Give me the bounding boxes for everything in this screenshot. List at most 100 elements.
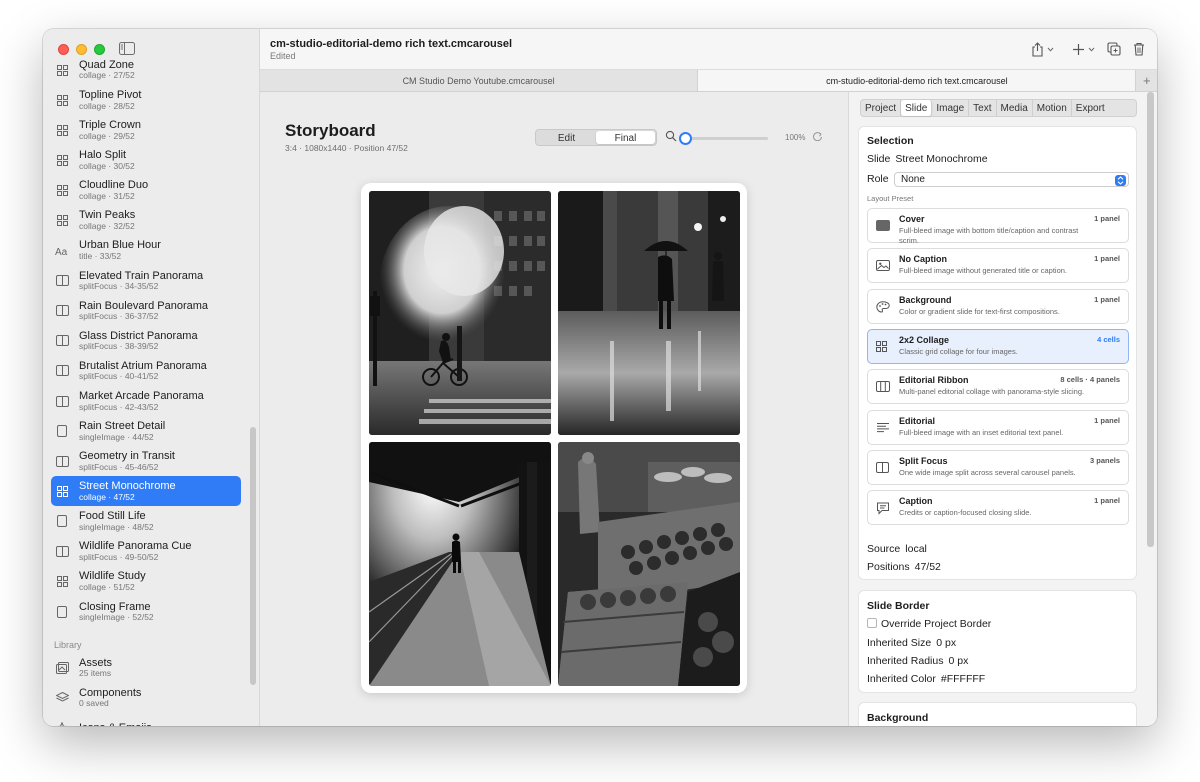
sidebar-item-subtitle: singleImage · 52/52: [79, 612, 154, 623]
inherited-radius-label: Inherited Radius: [867, 655, 944, 667]
sidebar-item-text: Elevated Train Panorama splitFocus · 34-3…: [79, 270, 203, 292]
tab-export[interactable]: Export: [1072, 100, 1109, 116]
sidebar-item-subtitle: 0 saved: [79, 698, 109, 709]
toolbar: cm-studio-editorial-demo rich text.cmcar…: [260, 29, 1157, 70]
sidebar-item-wildlife-study[interactable]: Wildlife Study collage · 51/52: [51, 567, 241, 597]
sidebar-item-twin-peaks[interactable]: Twin Peaks collage · 32/52: [51, 205, 241, 235]
tab-editorial-carousel[interactable]: cm-studio-editorial-demo rich text.cmcar…: [698, 70, 1137, 91]
grid-icon: [55, 575, 69, 589]
sidebar-item-rain-boulevard-panorama[interactable]: Rain Boulevard Panorama splitFocus · 36-3…: [51, 296, 241, 326]
sidebar-item-subtitle: splitFocus · 36-37/52: [79, 311, 159, 322]
preset-name: Background: [899, 294, 952, 305]
sidebar-item-geometry-in-transit[interactable]: Geometry in Transit splitFocus · 45-46/52: [51, 446, 241, 476]
sidebar-item-text: Food Still Life singleImage · 48/52: [79, 510, 154, 532]
collage-cell-steam-cyclist[interactable]: [369, 191, 551, 435]
preset-editorial-ribbon[interactable]: Editorial Ribbon Multi-panel editorial co…: [867, 369, 1129, 405]
inspector-scrollbar[interactable]: [1147, 92, 1154, 547]
document-status: Edited: [270, 51, 296, 61]
final-mode-button[interactable]: Final: [596, 131, 655, 144]
collage-cell-market[interactable]: [558, 442, 740, 686]
sidebar-item-subtitle: collage · 30/52: [79, 160, 135, 171]
background-panel: Background: [858, 702, 1137, 726]
sidebar-item-subtitle: collage · 51/52: [79, 582, 135, 593]
sidebar-item-topline-pivot[interactable]: Topline Pivot collage · 28/52: [51, 85, 241, 115]
sidebar-item-subtitle: collage · 29/52: [79, 130, 135, 141]
preset-editorial[interactable]: Editorial Full-bleed image with an inset …: [867, 409, 1129, 445]
sidebar-item-title: Street Monochrome: [79, 480, 176, 493]
tab-image[interactable]: Image: [932, 100, 970, 116]
slide-preview[interactable]: [361, 183, 747, 693]
sidebar-item-text: Cloudline Duo collage · 31/52: [79, 179, 148, 201]
sidebar-item-text: Urban Blue Hour title · 33/52: [79, 239, 161, 261]
role-select[interactable]: None: [894, 172, 1129, 187]
preset-count: 1 panel: [1094, 254, 1120, 264]
minimize-window-button[interactable]: [76, 44, 87, 55]
sidebar-item-text: Geometry in Transit splitFocus · 45-46/52: [79, 450, 175, 472]
reset-zoom-icon[interactable]: [812, 131, 823, 142]
sidebar-item-title: Topline Pivot: [79, 88, 142, 101]
sidebar-item-brutalist-atrium-panorama[interactable]: Brutalist Atrium Panorama splitFocus · 40…: [51, 356, 241, 386]
tab-project[interactable]: Project: [861, 100, 902, 116]
sidebar-item-quad-zone[interactable]: Quad Zone collage · 27/52: [51, 55, 241, 85]
sidebar-item-food-still-life[interactable]: Food Still Life singleImage · 48/52: [51, 506, 241, 536]
library-item-components[interactable]: Components 0 saved: [51, 683, 241, 713]
sidebar-scrollbar[interactable]: [250, 427, 256, 685]
duplicate-button[interactable]: [1107, 40, 1121, 58]
slide-list: Quad Zone collage · 27/52 Topline Pivot col…: [51, 55, 241, 726]
preset-background[interactable]: Background Color or gradient slide for te…: [867, 288, 1129, 324]
palette-icon: [876, 300, 890, 313]
override-border-row[interactable]: Override Project Border: [867, 618, 991, 630]
library-item-assets[interactable]: Assets 25 items: [51, 653, 241, 683]
sidebar-item-subtitle: singleImage · 44/52: [79, 431, 154, 442]
sidebar-item-urban-blue-hour[interactable]: Aa Urban Blue Hour title · 33/52: [51, 236, 241, 266]
edit-mode-button[interactable]: Edit: [537, 131, 596, 144]
sidebar-item-halo-split[interactable]: Halo Split collage · 30/52: [51, 145, 241, 175]
sidebar-item-title: Cloudline Duo: [79, 179, 149, 192]
split-icon: [55, 394, 69, 408]
preset-2x2-collage[interactable]: 2x2 Collage Classic grid collage for four…: [867, 328, 1129, 364]
preset-description: Classic grid collage for four images.: [899, 346, 1018, 356]
tab-slide[interactable]: Slide: [901, 100, 933, 116]
photo-rain-umbrella: [558, 191, 740, 435]
collage-cell-rain-umbrella[interactable]: [558, 191, 740, 435]
tab-motion[interactable]: Motion: [1033, 100, 1072, 116]
lines-icon: [876, 422, 890, 434]
preset-name: Split Focus: [899, 455, 948, 466]
sidebar-item-triple-crown[interactable]: Triple Crown collage · 29/52: [51, 115, 241, 145]
sidebar-item-closing-frame[interactable]: Closing Frame singleImage · 52/52: [51, 597, 241, 627]
sidebar-item-glass-district-panorama[interactable]: Glass District Panorama splitFocus · 38-3…: [51, 326, 241, 356]
preset-description: Multi-panel editorial collage with panor…: [899, 387, 1085, 397]
new-tab-button[interactable]: +: [1136, 70, 1157, 91]
preset-no-caption[interactable]: No Caption Full-bleed image without gener…: [867, 248, 1129, 284]
sidebar-item-subtitle: splitFocus · 45-46/52: [79, 461, 159, 472]
collage-cell-platform[interactable]: [369, 442, 551, 686]
zoom-window-button[interactable]: [94, 44, 105, 55]
close-window-button[interactable]: [58, 44, 69, 55]
delete-button[interactable]: [1133, 40, 1145, 58]
sidebar-item-title: Geometry in Transit: [79, 450, 175, 463]
library-item-icons-emojis[interactable]: Icons & Emojis: [51, 713, 241, 726]
ribbon-icon: [876, 381, 890, 393]
sidebar-item-market-arcade-panorama[interactable]: Market Arcade Panorama splitFocus · 42-43…: [51, 386, 241, 416]
inherited-size-value: 0 px: [936, 637, 957, 649]
sidebar-item-rain-street-detail[interactable]: Rain Street Detail singleImage · 44/52: [51, 416, 241, 446]
zoom-slider-knob[interactable]: [679, 132, 692, 145]
tab-youtube-carousel[interactable]: CM Studio Demo Youtube.cmcarousel: [260, 70, 699, 91]
sidebar-item-street-monochrome[interactable]: Street Monochrome collage · 47/52: [51, 476, 241, 507]
zoom-slider[interactable]: [679, 132, 768, 145]
grid-icon: [55, 123, 69, 137]
preset-caption[interactable]: Caption Credits or caption-focused closin…: [867, 490, 1129, 526]
tab-text[interactable]: Text: [969, 100, 997, 116]
override-border-checkbox[interactable]: [867, 618, 877, 628]
split-icon: [55, 334, 69, 348]
preset-split-focus[interactable]: Split Focus One wide image split across s…: [867, 449, 1129, 485]
add-button[interactable]: [1072, 40, 1095, 58]
sidebar-toggle-icon[interactable]: [119, 42, 135, 55]
sidebar-item-wildlife-panorama-cue[interactable]: Wildlife Panorama Cue splitFocus · 49-50/…: [51, 537, 241, 567]
preset-cover[interactable]: Cover Full-bleed image with bottom title/…: [867, 208, 1129, 245]
sidebar-item-elevated-train-panorama[interactable]: Elevated Train Panorama splitFocus · 34-3…: [51, 266, 241, 296]
tab-media[interactable]: Media: [997, 100, 1033, 116]
sidebar-item-title: Triple Crown: [79, 119, 141, 132]
sidebar-item-cloudline-duo[interactable]: Cloudline Duo collage · 31/52: [51, 175, 241, 205]
share-button[interactable]: [1031, 40, 1054, 58]
